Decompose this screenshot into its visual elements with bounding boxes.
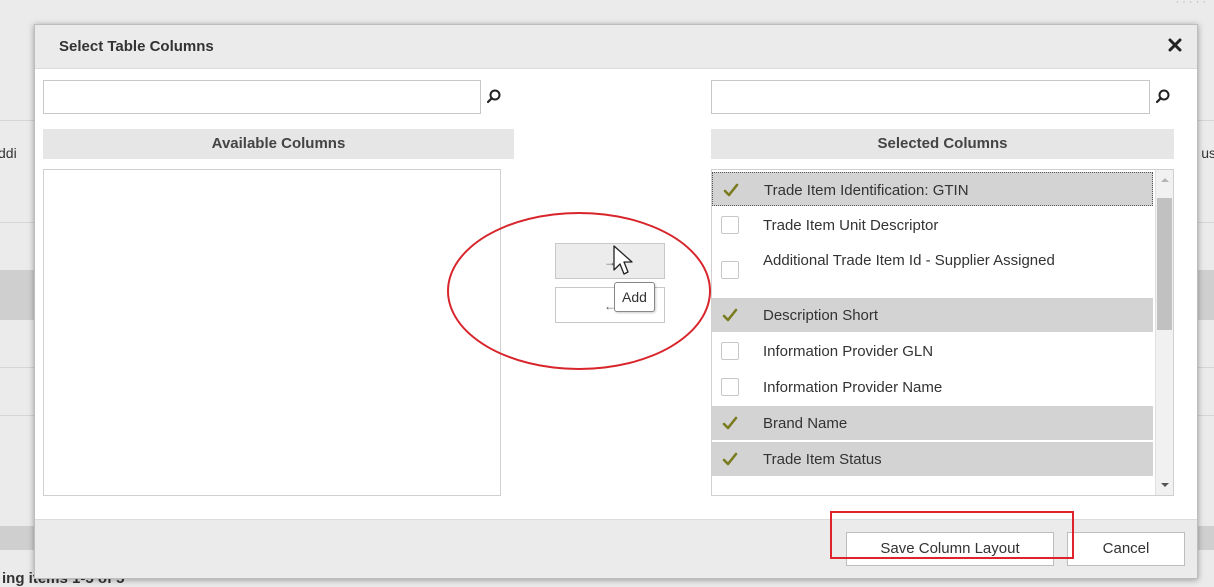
selected-column-label: Description Short: [763, 307, 879, 324]
unchecked-checkbox[interactable]: [721, 342, 739, 360]
checkmark-icon: [722, 452, 738, 466]
selected-search-input[interactable]: [712, 81, 1149, 113]
selected-column-label: Trade Item Unit Descriptor: [763, 217, 939, 234]
selected-column-item[interactable]: Trade Item Unit Descriptor: [712, 208, 1153, 242]
checked-checkbox[interactable]: [721, 450, 739, 468]
dialog-title: Select Table Columns: [59, 38, 214, 55]
checked-checkbox[interactable]: [721, 306, 739, 324]
available-columns-list[interactable]: [43, 169, 501, 496]
selected-column-label: Information Provider GLN: [763, 343, 934, 360]
selected-column-label: Trade Item Identification: GTIN: [764, 182, 969, 199]
checkmark-icon: [722, 308, 738, 322]
search-icon[interactable]: [485, 88, 503, 106]
scrollbar-thumb[interactable]: [1157, 198, 1172, 330]
search-icon[interactable]: [1154, 88, 1172, 106]
background-column-fragment-left: ddi: [0, 145, 17, 161]
background-column-fragment-right: us: [1201, 145, 1214, 161]
selected-columns-list[interactable]: Trade Item Status Brand Name Information P…: [711, 169, 1174, 496]
checked-checkbox[interactable]: [722, 181, 740, 199]
add-tooltip: Add: [614, 282, 655, 312]
selected-column-item[interactable]: Trade Item Status: [712, 442, 1153, 476]
unchecked-checkbox[interactable]: [721, 261, 739, 279]
unchecked-checkbox[interactable]: [721, 216, 739, 234]
checked-checkbox[interactable]: [721, 414, 739, 432]
checkmark-icon: [723, 183, 739, 197]
background-corner-text: · · · · ·: [1175, 0, 1206, 8]
selected-column-label: Additional Trade Item Id - Supplier Assi…: [763, 252, 1055, 269]
available-search-input[interactable]: [44, 81, 480, 113]
cancel-button[interactable]: Cancel: [1067, 532, 1185, 566]
add-column-button[interactable]: →: [555, 243, 665, 279]
scroll-down-arrow-icon[interactable]: [1156, 475, 1173, 495]
selected-column-item[interactable]: Brand Name: [712, 406, 1153, 440]
selected-columns-header: Selected Columns: [711, 129, 1174, 159]
selected-search-field[interactable]: [711, 80, 1150, 114]
available-columns-header: Available Columns: [43, 129, 514, 159]
save-column-layout-button[interactable]: Save Column Layout: [846, 532, 1054, 566]
selected-column-label: Information Provider Name: [763, 379, 943, 396]
close-icon[interactable]: [1167, 37, 1183, 53]
selected-list-scrollbar[interactable]: [1155, 170, 1173, 495]
mouse-pointer-icon: [612, 244, 636, 280]
selected-column-label: Brand Name: [763, 415, 848, 432]
unchecked-checkbox[interactable]: [721, 378, 739, 396]
selected-column-item[interactable]: Information Provider GLN: [712, 334, 1153, 368]
scroll-up-arrow-icon[interactable]: [1156, 170, 1173, 190]
checkmark-icon: [722, 416, 738, 430]
available-search-field[interactable]: [43, 80, 481, 114]
selected-column-item[interactable]: Description Short: [712, 298, 1153, 332]
selected-column-item[interactable]: Information Provider Name: [712, 370, 1153, 404]
dialog-header: Select Table Columns: [35, 25, 1197, 69]
selected-column-item[interactable]: Additional Trade Item Id - Supplier Assi…: [712, 244, 1153, 296]
selected-column-label: Trade Item Status: [763, 451, 882, 468]
selected-column-item[interactable]: Trade Item Identification: GTIN: [712, 172, 1153, 206]
dialog-footer: Save Column Layout Cancel: [35, 519, 1197, 578]
